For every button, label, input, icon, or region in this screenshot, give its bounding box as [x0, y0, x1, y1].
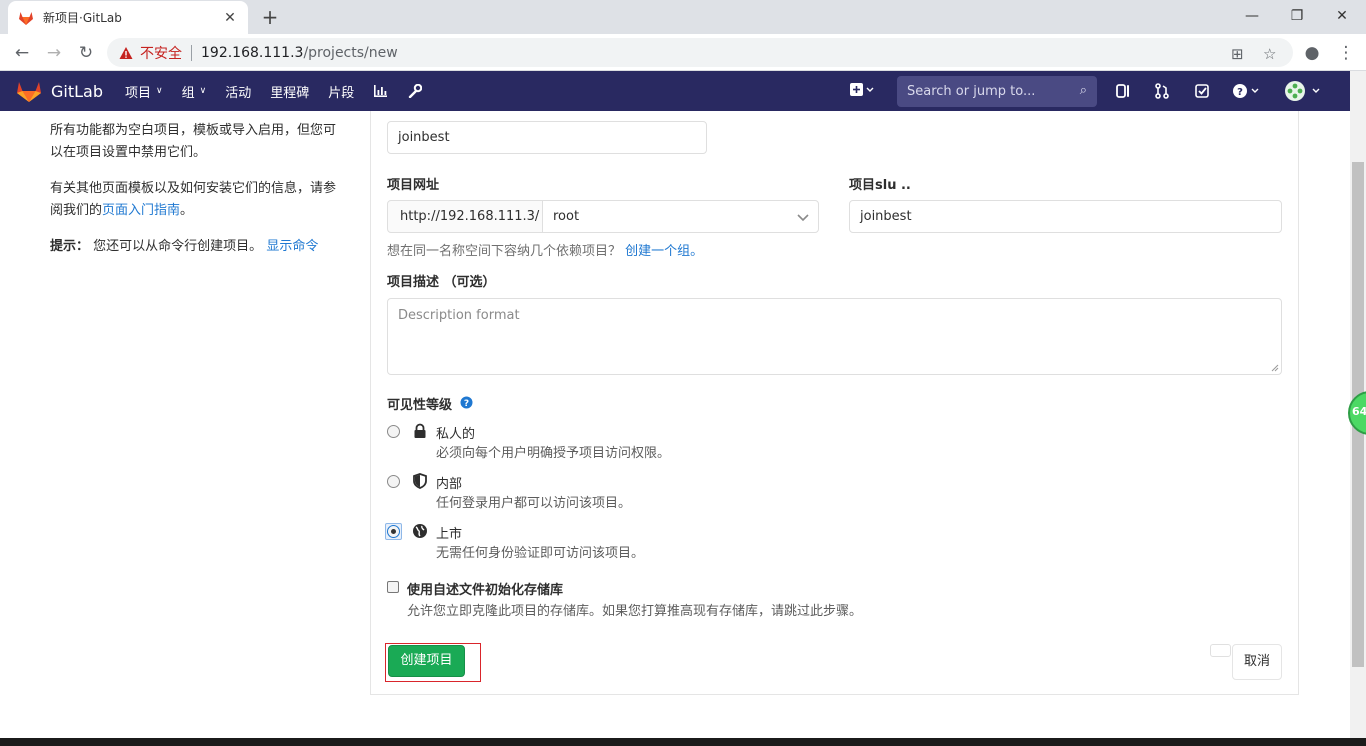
project-slug-label: 项目slu ..	[849, 178, 911, 193]
visibility-private-radio[interactable]	[387, 425, 400, 438]
badge-value: 64	[1352, 405, 1366, 418]
chevron-down-icon: ∨	[199, 86, 207, 96]
resize-handle-icon[interactable]	[1271, 364, 1279, 372]
init-readme-checkbox[interactable]	[387, 581, 399, 593]
nav-activity[interactable]: 活动	[225, 82, 251, 101]
restore-icon[interactable]: ❐	[1277, 5, 1317, 27]
browser-tab[interactable]: 新项目·GitLab ✕	[8, 1, 248, 34]
description-label: 项目描述 （可选）	[387, 275, 496, 290]
url-prefix-text: http://192.168.111.3/	[400, 209, 540, 224]
gitlab-navbar: GitLab 项目 ∨ 组 ∨ 活动 里程碑 片段 Search or jump t…	[0, 71, 1350, 111]
project-name-input[interactable]: joinbest	[387, 121, 707, 154]
project-slug-value: joinbest	[860, 209, 912, 224]
svg-text:?: ?	[464, 399, 469, 409]
visibility-public-desc: 无需任何身份验证即可访问该项目。	[436, 546, 645, 561]
nav-groups[interactable]: 组 ∨	[182, 82, 207, 101]
back-icon[interactable]: ←	[10, 41, 34, 65]
floating-badge[interactable]: 64	[1347, 390, 1366, 436]
description-textarea[interactable]: Description format	[387, 298, 1282, 375]
init-readme-label: 使用自述文件初始化存储库	[407, 583, 564, 598]
visibility-public-radio[interactable]	[387, 525, 400, 538]
cancel-button[interactable]: 取消	[1232, 644, 1282, 680]
bookmark-star-icon[interactable]: ☆	[1263, 45, 1276, 63]
help-features: 所有功能都为空白项目，模板或导入启用，但您可以在项目设置中禁用它们。	[50, 123, 337, 160]
search-input[interactable]: Search or jump to... ⌕	[897, 76, 1097, 107]
plus-square-icon[interactable]	[850, 83, 874, 97]
tab-title: 新项目·GitLab	[43, 11, 122, 25]
avatar[interactable]	[1284, 80, 1324, 102]
visibility-label-text: 可见性等级	[387, 398, 453, 413]
tab-close-icon[interactable]: ✕	[222, 10, 238, 26]
hidden-element	[1210, 644, 1231, 657]
help-tip: 提示： 您还可以从命令行创建项目。 显示命令	[50, 236, 345, 258]
url-path: /projects/new	[303, 44, 398, 61]
pages-guide-link[interactable]: 页面入门指南	[102, 203, 180, 218]
shield-icon	[413, 473, 427, 489]
translate-icon[interactable]: ⊞	[1231, 45, 1244, 63]
help-pages-suffix: 。	[180, 203, 194, 218]
nav-groups-label: 组	[181, 85, 195, 101]
gitlab-logo-icon[interactable]	[16, 79, 42, 103]
nav-milestones[interactable]: 里程碑	[270, 82, 309, 101]
tip-label: 提示：	[50, 239, 90, 254]
lock-icon	[414, 423, 426, 438]
insecure-label: 不安全	[140, 45, 182, 62]
globe-icon	[413, 524, 427, 538]
todo-icon[interactable]	[1194, 83, 1210, 99]
new-tab-icon[interactable]: +	[259, 6, 281, 28]
namespace-select[interactable]: root	[542, 200, 819, 233]
window-close-icon[interactable]: ✕	[1322, 5, 1362, 27]
description-placeholder: Description format	[398, 308, 520, 323]
svg-text:?: ?	[1237, 87, 1243, 98]
group-hint: 想在同一名称空间下容纳几个依赖项目？ 创建一个组。	[387, 240, 703, 259]
visibility-label: 可见性等级	[387, 394, 452, 413]
browser-tab-strip: 新项目·GitLab ✕ + — ❐ ✕	[0, 0, 1366, 34]
show-command-link[interactable]: 显示命令	[266, 239, 318, 254]
merge-request-icon[interactable]	[1154, 83, 1170, 99]
chevron-down-icon: ∨	[156, 86, 163, 96]
project-url-label: 项目网址	[387, 178, 440, 193]
project-slug-input[interactable]: joinbest	[849, 200, 1282, 233]
visibility-internal-desc: 任何登录用户都可以访问该项目。	[436, 496, 632, 511]
reload-icon[interactable]: ↻	[74, 41, 98, 65]
create-group-link[interactable]: 创建一个组。	[625, 244, 703, 259]
search-icon: ⌕	[1079, 83, 1087, 98]
visibility-internal-radio[interactable]	[387, 475, 400, 488]
address-bar[interactable]: 不安全 192.168.111.3/projects/new ⊞ ☆	[107, 38, 1293, 67]
visibility-private-title: 私人的	[436, 427, 476, 442]
nav-snippets[interactable]: 片段	[328, 82, 354, 101]
help-pages: 有关其他页面模板以及如何安装它们的信息，请参阅我们的页面入门指南。	[50, 178, 345, 222]
nav-projects[interactable]: 项目 ∨	[125, 82, 163, 101]
visibility-internal-title: 内部	[436, 477, 463, 492]
question-circle-icon[interactable]: ?	[460, 396, 473, 409]
namespace-value: root	[553, 209, 580, 224]
issues-icon[interactable]	[1115, 83, 1131, 99]
search-placeholder: Search or jump to...	[907, 84, 1036, 99]
profile-icon[interactable]: ●	[1300, 41, 1324, 65]
url-prefix: http://192.168.111.3/	[387, 200, 543, 233]
gitlab-favicon-icon	[19, 11, 33, 25]
divider	[191, 44, 192, 61]
chevron-down-icon	[797, 214, 809, 222]
url-host: 192.168.111.3	[201, 44, 304, 61]
tip-text: 您还可以从命令行创建项目。	[93, 239, 263, 254]
minimize-icon[interactable]: —	[1232, 5, 1272, 27]
init-readme-desc: 允许您立即克隆此项目的存储库。如果您打算推高现有存储库，请跳过此步骤。	[407, 604, 863, 619]
help-icon[interactable]: ?	[1232, 83, 1262, 99]
os-taskbar	[0, 738, 1366, 746]
gitlab-brand[interactable]: GitLab	[51, 82, 103, 101]
browser-toolbar: ← → ↻ 不安全 192.168.111.3/projects/new ⊞ ☆…	[0, 34, 1366, 71]
group-hint-text: 想在同一名称空间下容纳几个依赖项目？	[387, 244, 622, 259]
project-name-value: joinbest	[398, 130, 450, 145]
menu-icon[interactable]: ⋮	[1334, 41, 1358, 65]
nav-projects-label: 项目	[125, 85, 152, 101]
wrench-icon[interactable]	[408, 84, 423, 98]
visibility-private-desc: 必须向每个用户明确授予项目访问权限。	[436, 446, 671, 461]
warning-icon	[119, 46, 133, 59]
create-project-button[interactable]: 创建项目	[388, 645, 465, 677]
chart-icon[interactable]	[373, 84, 388, 98]
visibility-public-title: 上市	[436, 527, 463, 542]
forward-icon[interactable]: →	[42, 41, 66, 65]
